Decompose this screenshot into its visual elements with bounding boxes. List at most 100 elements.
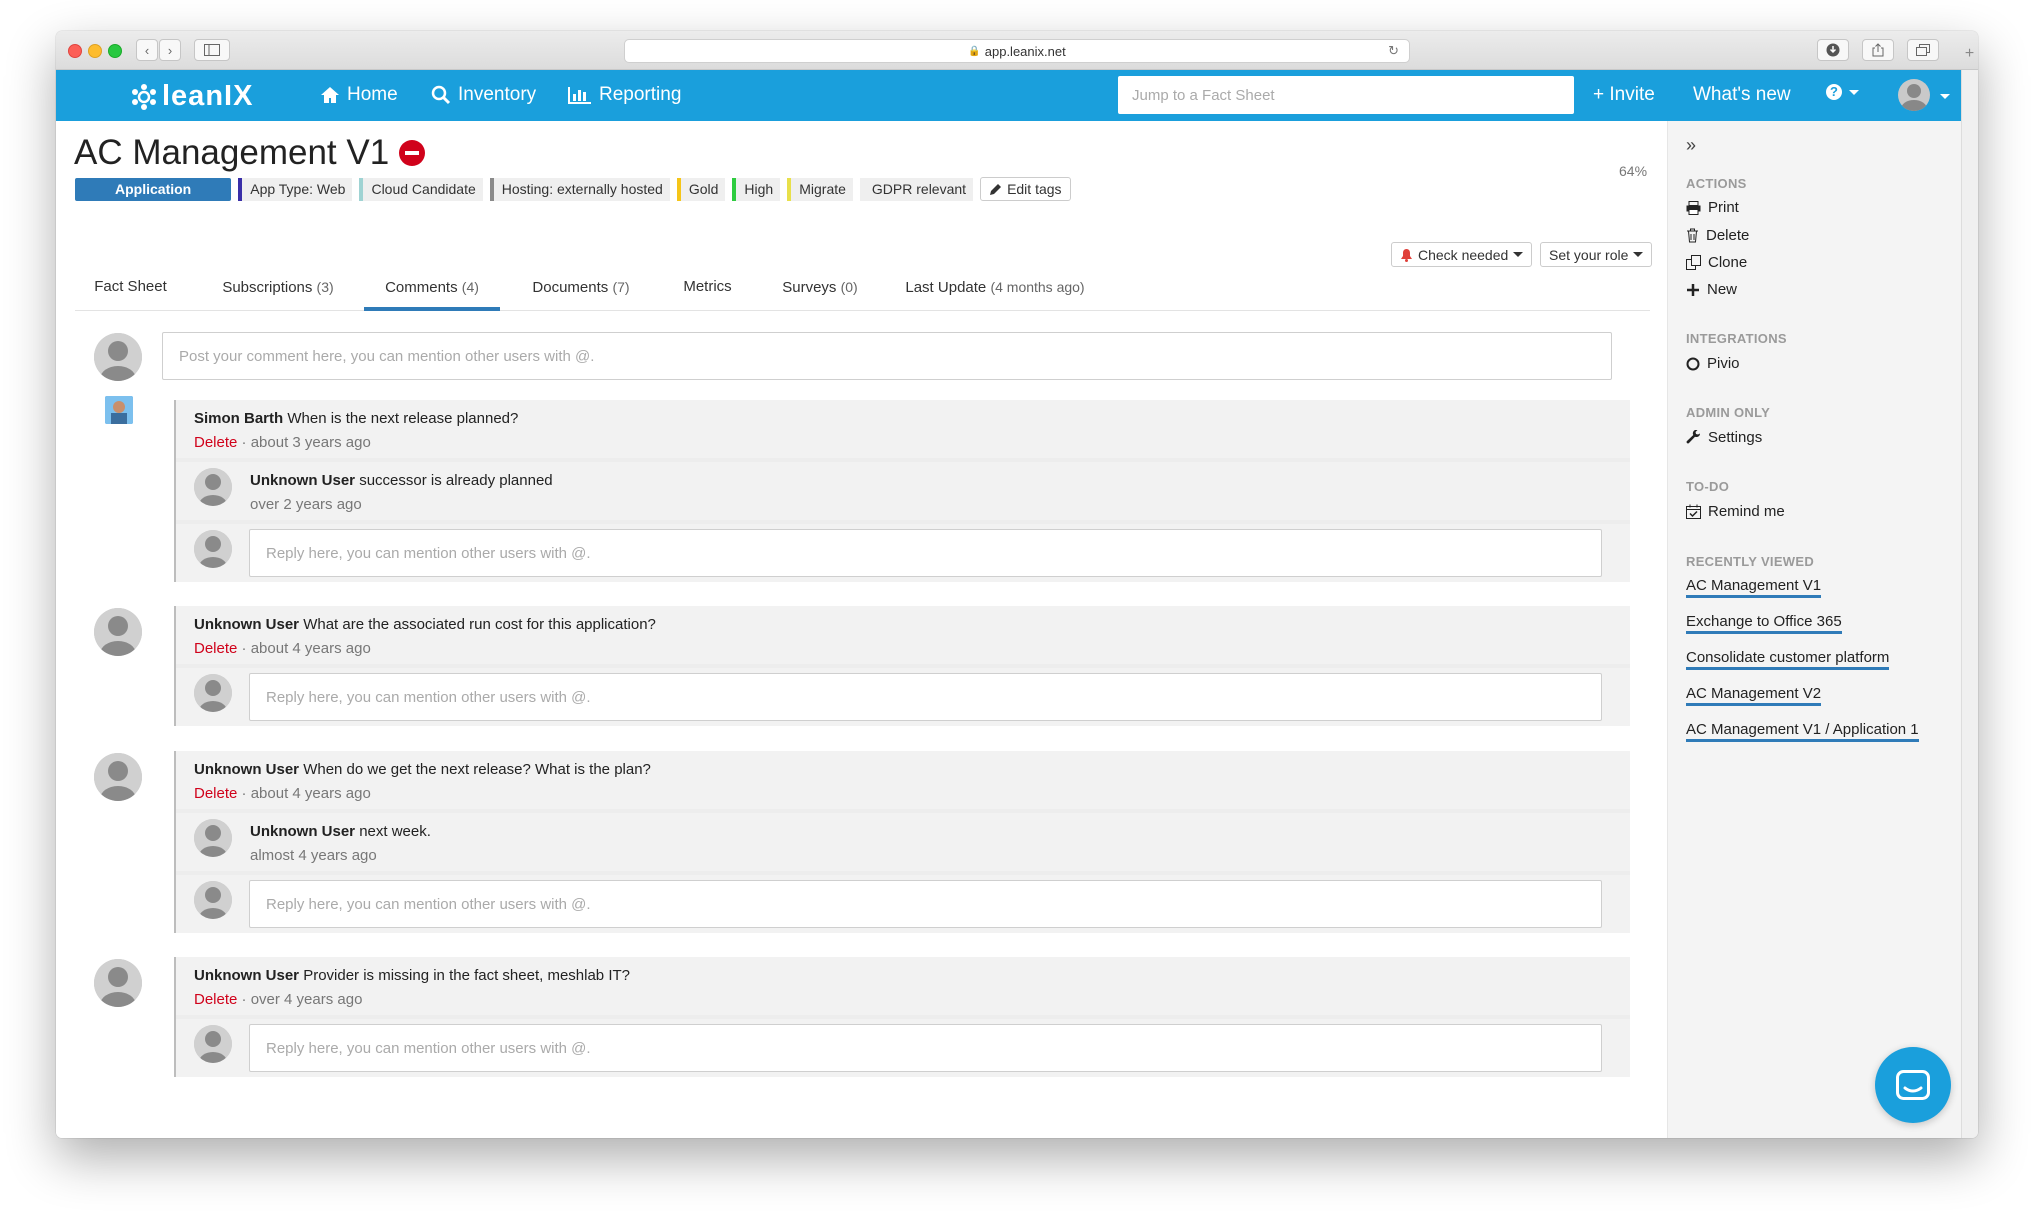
delete-action[interactable]: Delete bbox=[1686, 227, 1749, 244]
check-needed-label: Check needed bbox=[1418, 246, 1509, 263]
user-icon bbox=[194, 1025, 232, 1063]
comment-thread: Unknown User What are the associated run… bbox=[174, 606, 1630, 726]
comment-meta: Delete · about 4 years ago bbox=[194, 640, 371, 657]
forward-icon[interactable]: › bbox=[159, 39, 181, 61]
reply-input[interactable] bbox=[249, 529, 1602, 577]
maximize-window-button[interactable] bbox=[108, 44, 122, 58]
set-role-label: Set your role bbox=[1549, 246, 1629, 263]
tag[interactable]: Cloud Candidate bbox=[359, 177, 483, 201]
clone-action[interactable]: Clone bbox=[1686, 254, 1747, 271]
integrations-heading: INTEGRATIONS bbox=[1686, 331, 1787, 346]
tag[interactable]: App Type: Web bbox=[238, 177, 353, 201]
scrollbar[interactable] bbox=[1961, 70, 1978, 1138]
sidebar-toggle-icon[interactable] bbox=[194, 39, 230, 61]
tab-label: Documents bbox=[532, 279, 609, 296]
tab-count: (3) bbox=[316, 279, 334, 295]
tab-subscriptions[interactable]: Subscriptions (3) bbox=[199, 268, 357, 311]
share-icon[interactable] bbox=[1862, 39, 1894, 61]
reload-icon[interactable]: ↻ bbox=[1388, 43, 1399, 59]
reply-row bbox=[176, 524, 1630, 582]
recent-item[interactable]: AC Management V1 / Application 1 bbox=[1686, 721, 1919, 742]
recent-item[interactable]: AC Management V1 bbox=[1686, 577, 1822, 598]
tag[interactable]: Gold bbox=[676, 177, 726, 201]
chat-launcher-button[interactable] bbox=[1875, 1047, 1951, 1123]
minimize-window-button[interactable] bbox=[88, 44, 102, 58]
reply-input[interactable] bbox=[249, 880, 1602, 928]
completion-percent: 64% bbox=[1619, 163, 1648, 179]
tag[interactable]: Hosting: externally hosted bbox=[489, 177, 670, 201]
tabs-overview-icon[interactable] bbox=[1907, 39, 1939, 61]
help-icon: ? bbox=[1826, 84, 1842, 100]
reply-time: almost 4 years ago bbox=[250, 847, 377, 864]
tab-label: Fact Sheet bbox=[94, 278, 167, 295]
nav-inventory[interactable]: Inventory bbox=[431, 84, 536, 106]
comment-text: Unknown User When do we get the next rel… bbox=[194, 761, 651, 778]
user-avatar bbox=[194, 468, 232, 506]
trash-icon bbox=[1687, 228, 1698, 243]
comment-text: Unknown User Provider is missing in the … bbox=[194, 967, 630, 984]
nav-home[interactable]: Home bbox=[320, 84, 398, 106]
tab-comments[interactable]: Comments (4) bbox=[364, 268, 500, 311]
page-title: AC Management V1 bbox=[74, 133, 426, 173]
delete-comment-link[interactable]: Delete bbox=[194, 434, 237, 451]
edit-tags-button[interactable]: Edit tags bbox=[980, 177, 1071, 201]
tab-fact-sheet[interactable]: Fact Sheet bbox=[75, 268, 186, 311]
user-avatar bbox=[94, 753, 142, 801]
tag-bar: Application App Type: Web Cloud Candidat… bbox=[75, 177, 1071, 201]
tag[interactable]: Migrate bbox=[787, 177, 853, 201]
check-needed-dropdown[interactable]: Check needed bbox=[1391, 242, 1533, 267]
home-icon bbox=[321, 87, 339, 103]
invite-button[interactable]: + Invite bbox=[1593, 84, 1655, 106]
close-window-button[interactable] bbox=[68, 44, 82, 58]
reply-row bbox=[176, 668, 1630, 726]
address-bar[interactable]: 🔒 app.leanix.net ↻ bbox=[624, 39, 1410, 63]
user-avatar[interactable] bbox=[1898, 79, 1930, 111]
remind-me-action[interactable]: Remind me bbox=[1686, 503, 1785, 520]
reply-input[interactable] bbox=[249, 673, 1602, 721]
comment: Simon Barth When is the next release pla… bbox=[176, 400, 1630, 458]
post-comment-input[interactable] bbox=[162, 332, 1612, 380]
tab-surveys[interactable]: Surveys (0) bbox=[765, 268, 875, 311]
admin-heading: ADMIN ONLY bbox=[1686, 405, 1771, 420]
print-action[interactable]: Print bbox=[1686, 199, 1739, 216]
whats-new-button[interactable]: What's new bbox=[1693, 84, 1791, 106]
nav-reporting[interactable]: Reporting bbox=[568, 84, 681, 106]
comment-thread: Unknown User Provider is missing in the … bbox=[174, 957, 1630, 1077]
delete-comment-link[interactable]: Delete bbox=[194, 785, 237, 802]
user-icon bbox=[94, 608, 142, 656]
download-icon[interactable] bbox=[1817, 39, 1849, 61]
fact-sheet-search-input[interactable] bbox=[1118, 76, 1574, 114]
recent-item[interactable]: AC Management V2 bbox=[1686, 685, 1822, 706]
pivio-integration[interactable]: Pivio bbox=[1686, 355, 1740, 372]
tag[interactable]: GDPR relevant bbox=[859, 177, 974, 201]
user-icon bbox=[94, 333, 142, 381]
reply-input[interactable] bbox=[249, 1024, 1602, 1072]
delete-comment-link[interactable]: Delete bbox=[194, 991, 237, 1008]
search-icon bbox=[431, 85, 451, 105]
recent-item[interactable]: Exchange to Office 365 bbox=[1686, 613, 1842, 634]
help-menu[interactable]: ? bbox=[1826, 84, 1859, 100]
reply-author: Unknown User bbox=[250, 823, 356, 840]
collapse-sidebar-icon[interactable]: » bbox=[1686, 135, 1696, 156]
invite-label: + Invite bbox=[1593, 84, 1655, 105]
set-role-dropdown[interactable]: Set your role bbox=[1540, 242, 1653, 267]
user-menu-chevron-icon[interactable] bbox=[1940, 94, 1950, 99]
recent-item[interactable]: Consolidate customer platform bbox=[1686, 649, 1890, 670]
back-icon[interactable]: ‹ bbox=[136, 39, 158, 61]
user-avatar bbox=[194, 674, 232, 712]
tag[interactable]: High bbox=[732, 177, 781, 201]
settings-action[interactable]: Settings bbox=[1686, 429, 1762, 446]
tab-last-update[interactable]: Last Update (4 months ago) bbox=[895, 268, 1095, 311]
tab-documents[interactable]: Documents (7) bbox=[513, 268, 649, 311]
comment-text: Unknown User What are the associated run… bbox=[194, 616, 656, 633]
top-navigation: leanIX Home Inventory Reporting + Invite… bbox=[56, 70, 1961, 121]
new-action[interactable]: New bbox=[1686, 281, 1737, 298]
delete-comment-link[interactable]: Delete bbox=[194, 640, 237, 657]
leanix-logo[interactable]: leanIX bbox=[130, 80, 253, 113]
tab-metrics[interactable]: Metrics bbox=[665, 268, 750, 311]
actions-heading: ACTIONS bbox=[1686, 176, 1747, 191]
user-avatar bbox=[94, 959, 142, 1007]
new-tab-icon[interactable]: + bbox=[1961, 45, 1978, 63]
printer-icon bbox=[1686, 200, 1701, 215]
tab-count: (4) bbox=[461, 279, 479, 295]
